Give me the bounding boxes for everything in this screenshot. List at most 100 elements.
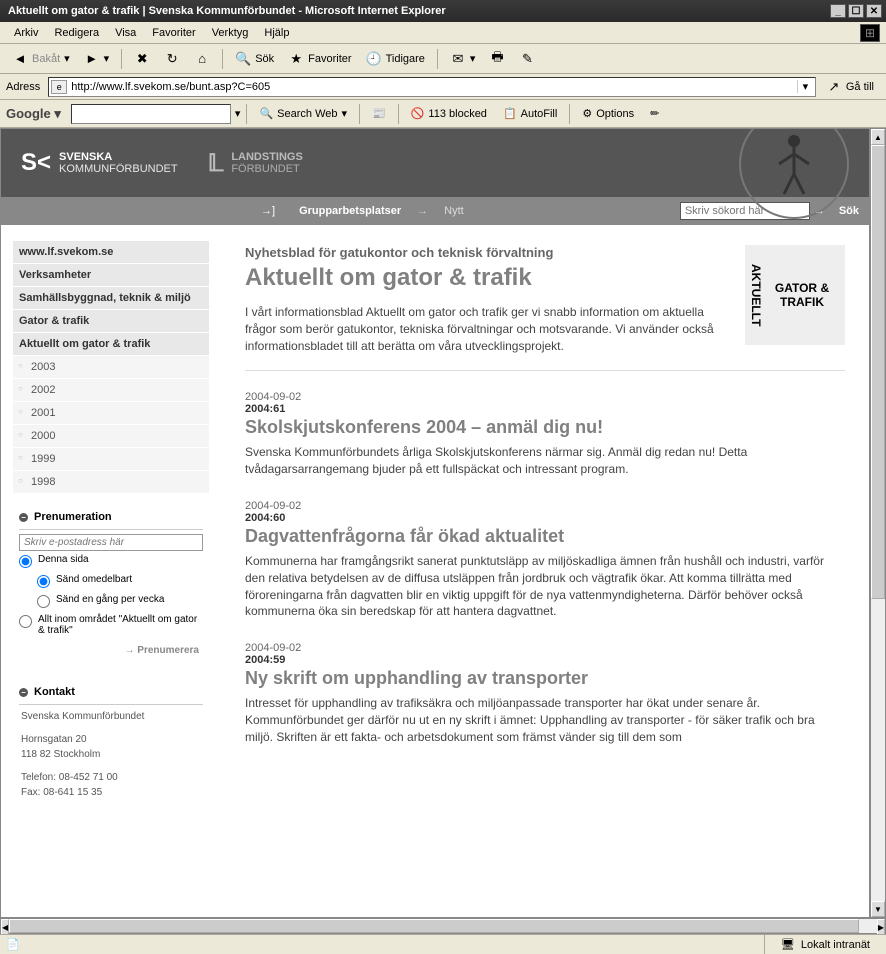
sidebar-item-aktuellt[interactable]: Aktuellt om gator & trafik xyxy=(13,333,209,355)
sidebar-year-2002[interactable]: 2002 xyxy=(13,379,209,401)
article: 2004-09-02 2004:59 Ny skrift om upphandl… xyxy=(245,642,845,745)
google-logo[interactable]: Google ▾ xyxy=(6,106,67,122)
ie-logo-icon: ⊞ xyxy=(860,24,880,42)
menu-hjalp[interactable]: Hjälp xyxy=(256,25,297,41)
search-button[interactable]: 🔍Sök xyxy=(229,48,280,70)
home-button[interactable]: ⌂ xyxy=(188,48,216,70)
sidebar-item-home[interactable]: www.lf.svekom.se xyxy=(13,241,209,263)
google-options-button[interactable]: ⚙Options xyxy=(576,104,640,123)
stop-button[interactable]: ✖ xyxy=(128,48,156,70)
nav-nytt[interactable]: Nytt xyxy=(428,205,480,217)
sidebar-year-1998[interactable]: 1998 xyxy=(13,471,209,493)
edit-button[interactable]: ✎ xyxy=(513,48,541,70)
favorites-button[interactable]: ★Favoriter xyxy=(282,48,357,70)
horizontal-scrollbar[interactable]: ◀ ▶ xyxy=(0,918,886,934)
forward-button[interactable]: ► ▾ xyxy=(78,48,116,70)
subscription-section: −Prenumeration Denna sida Sänd omedelbar… xyxy=(13,505,209,668)
address-input-wrap[interactable]: e http://www.lf.svekom.se/bunt.asp?C=605… xyxy=(48,77,816,97)
nav-arrow-icon: → xyxy=(417,205,428,217)
mail-button[interactable]: ✉▾ xyxy=(444,48,482,70)
refresh-button[interactable]: ↻ xyxy=(158,48,186,70)
menu-redigera[interactable]: Redigera xyxy=(46,25,107,41)
forward-arrow-icon: ► xyxy=(84,51,100,67)
brand-lf-logo[interactable]: 𝕃 LANDSTINGSFÖRBUNDET xyxy=(208,149,303,178)
scroll-thumb[interactable] xyxy=(871,145,885,599)
window-title: Aktuellt om gator & trafik | Svenska Kom… xyxy=(4,5,830,17)
article-body: Svenska Kommunförbundets årliga Skolskju… xyxy=(245,444,845,478)
close-button[interactable]: ✕ xyxy=(866,4,882,18)
scroll-left-button[interactable]: ◀ xyxy=(1,919,9,935)
maximize-button[interactable]: ☐ xyxy=(848,4,864,18)
google-search-dropdown[interactable]: ▾ xyxy=(235,107,241,120)
radio-all-area[interactable] xyxy=(19,615,32,628)
menu-verktyg[interactable]: Verktyg xyxy=(204,25,257,41)
article-date: 2004-09-02 xyxy=(245,642,845,654)
contact-section: −Kontakt Svenska Kommunförbundet Hornsga… xyxy=(13,680,209,814)
stop-icon: ✖ xyxy=(134,51,150,67)
addressbar: Adress e http://www.lf.svekom.se/bunt.as… xyxy=(0,74,886,100)
article-title[interactable]: Skolskjutskonferens 2004 – anmäl dig nu! xyxy=(245,417,845,438)
sidebar-item-verksamheter[interactable]: Verksamheter xyxy=(13,264,209,286)
subscribe-button[interactable]: Prenumerera xyxy=(19,639,203,662)
email-input[interactable] xyxy=(19,534,203,551)
intro-text: I vårt informationsblad Aktuellt om gato… xyxy=(245,304,745,354)
site-search-button[interactable]: Sök xyxy=(829,205,869,217)
google-toolbar: Google ▾ ▾ 🔍Search Web ▾ 📰 🚫113 blocked … xyxy=(0,100,886,128)
address-dropdown-icon[interactable]: ▾ xyxy=(797,80,813,93)
print-button[interactable]: 🖶 xyxy=(483,48,511,70)
radio-weekly[interactable] xyxy=(37,595,50,608)
go-button[interactable]: ↗ Gå till xyxy=(820,77,880,97)
scroll-down-button[interactable]: ▼ xyxy=(871,901,885,917)
brand-sk-logo[interactable]: S< SVENSKAKOMMUNFÖRBUNDET xyxy=(21,149,178,177)
page-icon: e xyxy=(51,80,67,94)
google-autofill-button[interactable]: 📋AutoFill xyxy=(497,104,563,123)
news-icon: 📰 xyxy=(372,107,386,120)
menu-arkiv[interactable]: Arkiv xyxy=(6,25,46,41)
print-icon: 🖶 xyxy=(489,51,505,67)
article-body: Intresset för upphandling av trafiksäkra… xyxy=(245,695,845,745)
back-button[interactable]: ◄ Bakåt ▾ xyxy=(6,48,76,70)
scroll-up-button[interactable]: ▲ xyxy=(871,129,885,145)
minimize-button[interactable]: _ xyxy=(830,4,846,18)
article-title[interactable]: Dagvattenfrågorna får ökad aktualitet xyxy=(245,526,845,547)
scroll-thumb[interactable] xyxy=(9,919,859,933)
edit-icon: ✎ xyxy=(519,51,535,67)
menu-favoriter[interactable]: Favoriter xyxy=(144,25,203,41)
google-blocked-button[interactable]: 🚫113 blocked xyxy=(405,104,493,123)
home-icon: ⌂ xyxy=(194,51,210,67)
address-label: Adress xyxy=(6,81,40,93)
contact-org: Svenska Kommunförbundet xyxy=(21,709,203,724)
google-highlight-button[interactable]: ✏ xyxy=(644,104,665,123)
sidebar-item-gator-trafik[interactable]: Gator & trafik xyxy=(13,310,209,332)
history-button[interactable]: 🕘Tidigare xyxy=(360,48,431,70)
radio-denna-sida[interactable] xyxy=(19,555,32,568)
google-search-input[interactable] xyxy=(71,104,231,124)
sidebar-item-samhallsbyggnad[interactable]: Samhällsbyggnad, teknik & miljö xyxy=(13,287,209,309)
sidebar-year-2001[interactable]: 2001 xyxy=(13,402,209,424)
menu-visa[interactable]: Visa xyxy=(107,25,144,41)
nav-grupparbetsplatser[interactable]: Grupparbetsplatser xyxy=(283,205,417,217)
article-title[interactable]: Ny skrift om upphandling av transporter xyxy=(245,668,845,689)
zone-icon: 🖥 xyxy=(781,938,795,951)
contact-title: Kontakt xyxy=(34,686,75,698)
sidebar-year-2003[interactable]: 2003 xyxy=(13,356,209,378)
mail-icon: ✉ xyxy=(450,51,466,67)
nav-arrow-icon: →] xyxy=(261,205,275,217)
subscription-title: Prenumeration xyxy=(34,511,112,523)
radio-immediate[interactable] xyxy=(37,575,50,588)
options-icon: ⚙ xyxy=(582,107,592,120)
sidebar-year-2000[interactable]: 2000 xyxy=(13,425,209,447)
google-news-button[interactable]: 📰 xyxy=(366,104,392,123)
scroll-right-button[interactable]: ▶ xyxy=(877,919,885,935)
address-url[interactable]: http://www.lf.svekom.se/bunt.asp?C=605 xyxy=(71,81,797,93)
article: 2004-09-02 2004:61 Skolskjutskonferens 2… xyxy=(245,391,845,478)
menubar: Arkiv Redigera Visa Favoriter Verktyg Hj… xyxy=(0,22,886,44)
search-icon: 🔍 xyxy=(235,51,251,67)
google-search-web-button[interactable]: 🔍Search Web ▾ xyxy=(253,104,353,123)
sidebar-year-1999[interactable]: 1999 xyxy=(13,448,209,470)
lf-icon: 𝕃 xyxy=(208,149,224,178)
vertical-scrollbar[interactable]: ▲ ▼ xyxy=(870,128,886,918)
dropdown-icon: ▾ xyxy=(104,52,110,65)
autofill-icon: 📋 xyxy=(503,107,517,120)
window-titlebar: Aktuellt om gator & trafik | Svenska Kom… xyxy=(0,0,886,22)
